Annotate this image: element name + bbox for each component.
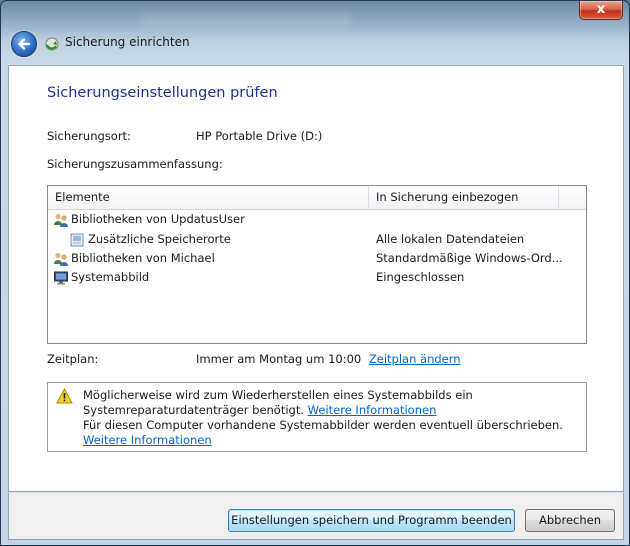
column-header-included[interactable]: In Sicherung einbezogen	[369, 186, 559, 209]
more-info-link[interactable]: Weitere Informationen	[83, 433, 212, 447]
row-item-label: Zusätzliche Speicherorte	[88, 232, 231, 246]
row-included-value: Standardmäßige Windows-Ord...	[376, 251, 563, 265]
back-arrow-icon	[18, 38, 31, 50]
users-library-icon	[54, 213, 68, 227]
column-divider[interactable]	[558, 186, 559, 209]
folder-icon	[70, 233, 84, 247]
warning-line: Systemreparaturdatenträger benötigt. Wei…	[83, 403, 578, 418]
button-bar: Einstellungen speichern und Programm bee…	[8, 492, 624, 540]
warning-line-text: Für diesen Computer vorhandene Systemabb…	[83, 418, 563, 432]
cancel-button[interactable]: Abbrechen	[525, 509, 615, 532]
warning-icon	[56, 388, 73, 404]
table-header: Elemente In Sicherung einbezogen	[48, 186, 586, 210]
page-title: Sicherungseinstellungen prüfen	[47, 85, 278, 101]
warning-line: Für diesen Computer vorhandene Systemabb…	[83, 418, 578, 448]
content-panel: Sicherungseinstellungen prüfen Sicherung…	[8, 65, 624, 492]
backup-location-value: HP Portable Drive (D:)	[196, 129, 323, 143]
row-included-value: Alle lokalen Datendateien	[376, 232, 525, 246]
schedule-label: Zeitplan:	[47, 352, 99, 366]
table-row[interactable]: Systemabbild Eingeschlossen	[48, 268, 586, 287]
row-included-value: Eingeschlossen	[376, 270, 465, 284]
warning-line-text: Systemreparaturdatenträger benötigt.	[83, 403, 305, 417]
schedule-row: Immer am Montag um 10:00 Zeitplan ändern	[196, 352, 461, 366]
backup-location-label: Sicherungsort:	[47, 129, 131, 143]
monitor-icon	[54, 271, 68, 285]
window-title: Sicherung einrichten	[65, 35, 190, 49]
row-item-label: Bibliotheken von UpdatusUser	[71, 212, 245, 226]
wizard-window: x Sicherung einrichten Sicherungseinstel…	[0, 0, 630, 546]
table-row[interactable]: Zusätzliche Speicherorte Alle lokalen Da…	[48, 230, 586, 249]
save-and-exit-button[interactable]: Einstellungen speichern und Programm bee…	[228, 509, 515, 532]
backup-app-icon	[45, 37, 59, 51]
users-library-icon	[54, 252, 68, 266]
change-schedule-link[interactable]: Zeitplan ändern	[369, 352, 461, 366]
column-header-items[interactable]: Elemente	[48, 186, 366, 209]
table-row[interactable]: Bibliotheken von UpdatusUser	[48, 210, 586, 229]
more-info-link[interactable]: Weitere Informationen	[308, 403, 437, 417]
table-row[interactable]: Bibliotheken von Michael Standardmäßige …	[48, 249, 586, 268]
row-item-label: Systemabbild	[71, 270, 150, 284]
backup-summary-label: Sicherungszusammenfassung:	[47, 157, 223, 171]
warning-box: Möglicherweise wird zum Wiederherstellen…	[47, 382, 587, 452]
back-button[interactable]	[11, 31, 37, 57]
row-item-label: Bibliotheken von Michael	[71, 251, 215, 265]
close-button[interactable]: x	[579, 1, 623, 20]
title-bar-blur	[141, 13, 351, 27]
schedule-value: Immer am Montag um 10:00	[196, 352, 362, 366]
warning-text: Möglicherweise wird zum Wiederherstellen…	[83, 388, 578, 448]
warning-line: Möglicherweise wird zum Wiederherstellen…	[83, 388, 473, 402]
backup-summary-table[interactable]: Elemente In Sicherung einbezogen Bibliot…	[47, 185, 587, 344]
